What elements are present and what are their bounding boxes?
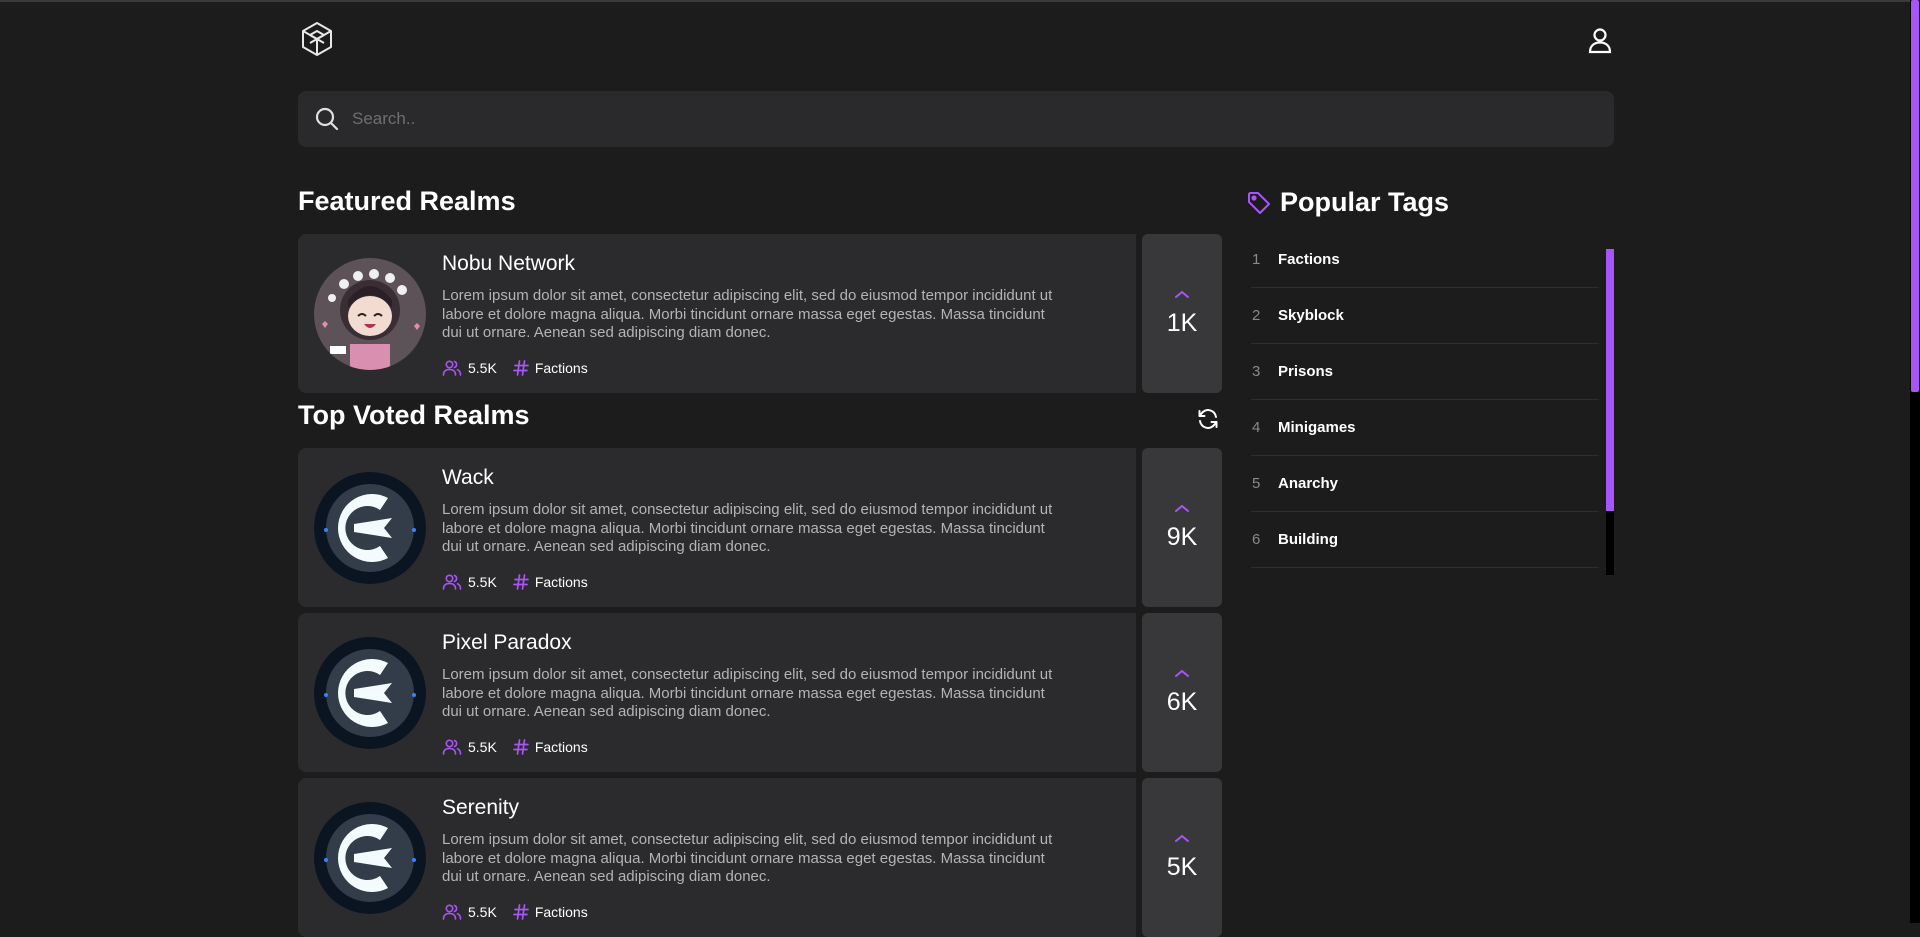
tag-item-factions[interactable]: 1 Factions [1251,232,1599,288]
tag-name[interactable]: Factions [1278,251,1340,268]
realm-name[interactable]: Nobu Network [442,252,575,276]
tag-rank: 5 [1252,475,1261,492]
realm-card-body[interactable]: Nobu Network Lorem ipsum dolor sit amet,… [298,234,1136,393]
tag-rank: 6 [1252,531,1261,548]
featured-realms-title: Featured Realms [298,186,516,216]
realm-description: Lorem ipsum dolor sit amet, consectetur … [442,287,1053,341]
realm-avatar-anime [314,258,426,370]
realm-description: Lorem ipsum dolor sit amet, consectetur … [442,666,1053,720]
vote-count: 6K [1166,688,1198,716]
tag-item-anarchy[interactable]: 5 Anarchy [1251,456,1599,512]
chevron-up-icon [1175,669,1189,677]
realm-card-body[interactable]: Wack Lorem ipsum dolor sit amet, consect… [298,448,1136,607]
realm-avatar-e-logo [314,637,426,749]
realm-card-body[interactable]: Pixel Paradox Lorem ipsum dolor sit amet… [298,613,1136,772]
realm-tag[interactable]: Factions [535,739,588,755]
player-count: 5.5K [468,739,497,755]
chevron-up-icon [1175,290,1189,298]
realm-name[interactable]: Pixel Paradox [442,631,572,655]
tag-rank: 2 [1252,307,1261,324]
upvote-button[interactable]: 9K [1142,448,1222,607]
tag-name[interactable]: Minigames [1278,419,1356,436]
users-icon [442,574,462,590]
users-icon [442,739,462,755]
page: Featured Realms [0,0,1920,937]
realm-card-pixel-paradox[interactable]: Pixel Paradox Lorem ipsum dolor sit amet… [298,613,1222,772]
realm-description: Lorem ipsum dolor sit amet, consectetur … [442,501,1053,555]
tag-item-building[interactable]: 6 Building [1251,512,1599,568]
realm-card-nobu-network[interactable]: Nobu Network Lorem ipsum dolor sit amet,… [298,234,1222,393]
tag-item-minigames[interactable]: 4 Minigames [1251,400,1599,456]
player-count: 5.5K [468,574,497,590]
player-count: 5.5K [468,904,497,920]
top-voted-realms-title: Top Voted Realms [298,400,530,430]
vote-count: 5K [1166,853,1198,881]
realm-card-body[interactable]: Serenity Lorem ipsum dolor sit amet, con… [298,778,1136,937]
tag-name[interactable]: Prisons [1278,363,1333,380]
tags-scrollbar-thumb[interactable] [1606,249,1614,511]
tag-name[interactable]: Skyblock [1278,307,1344,324]
realm-tag[interactable]: Factions [535,360,588,376]
tag-rank: 3 [1252,363,1261,380]
tag-name[interactable]: Anarchy [1278,475,1338,492]
realm-name[interactable]: Wack [442,466,494,490]
users-icon [442,904,462,920]
realm-card-serenity[interactable]: Serenity Lorem ipsum dolor sit amet, con… [298,778,1222,937]
search-input[interactable] [350,108,1614,130]
users-icon [442,360,462,376]
tag-rank: 1 [1252,251,1261,268]
realm-meta: 5.5K Factions [442,737,588,757]
search-icon [315,107,339,131]
popular-tags-title: Popular Tags [1280,187,1450,217]
popular-tags-list: 1 Factions 2 Skyblock 3 Prisons 4 Miniga… [1251,232,1599,568]
realm-description: Lorem ipsum dolor sit amet, consectetur … [442,831,1053,885]
top-border [0,0,1920,2]
realm-name[interactable]: Serenity [442,796,519,820]
chevron-up-icon [1175,504,1189,512]
realm-meta: 5.5K Factions [442,572,588,592]
realm-meta: 5.5K Factions [442,902,588,922]
tag-item-skyblock[interactable]: 2 Skyblock [1251,288,1599,344]
realm-avatar-e-logo [314,802,426,914]
upvote-button[interactable]: 6K [1142,613,1222,772]
hash-icon [512,739,529,755]
upvote-button[interactable]: 1K [1142,234,1222,393]
page-scrollbar-thumb[interactable] [1911,0,1919,392]
vote-count: 1K [1166,309,1198,337]
cube-logo-icon[interactable] [298,20,336,58]
popular-tags-header: Popular Tags [1246,187,1449,218]
tag-item-prisons[interactable]: 3 Prisons [1251,344,1599,400]
realm-tag[interactable]: Factions [535,574,588,590]
search-bar[interactable] [298,91,1614,147]
realm-meta: 5.5K Factions [442,358,588,378]
user-icon[interactable] [1585,25,1615,55]
hash-icon [512,574,529,590]
refresh-icon[interactable] [1196,407,1220,431]
chevron-up-icon [1175,834,1189,842]
upvote-button[interactable]: 5K [1142,778,1222,937]
tag-icon [1248,191,1270,214]
hash-icon [512,904,529,920]
realm-avatar-e-logo [314,472,426,584]
player-count: 5.5K [468,360,497,376]
tag-name[interactable]: Building [1278,531,1338,548]
realm-tag[interactable]: Factions [535,904,588,920]
realm-card-wack[interactable]: Wack Lorem ipsum dolor sit amet, consect… [298,448,1222,607]
tag-rank: 4 [1252,419,1261,436]
hash-icon [512,360,529,376]
vote-count: 9K [1166,523,1198,551]
